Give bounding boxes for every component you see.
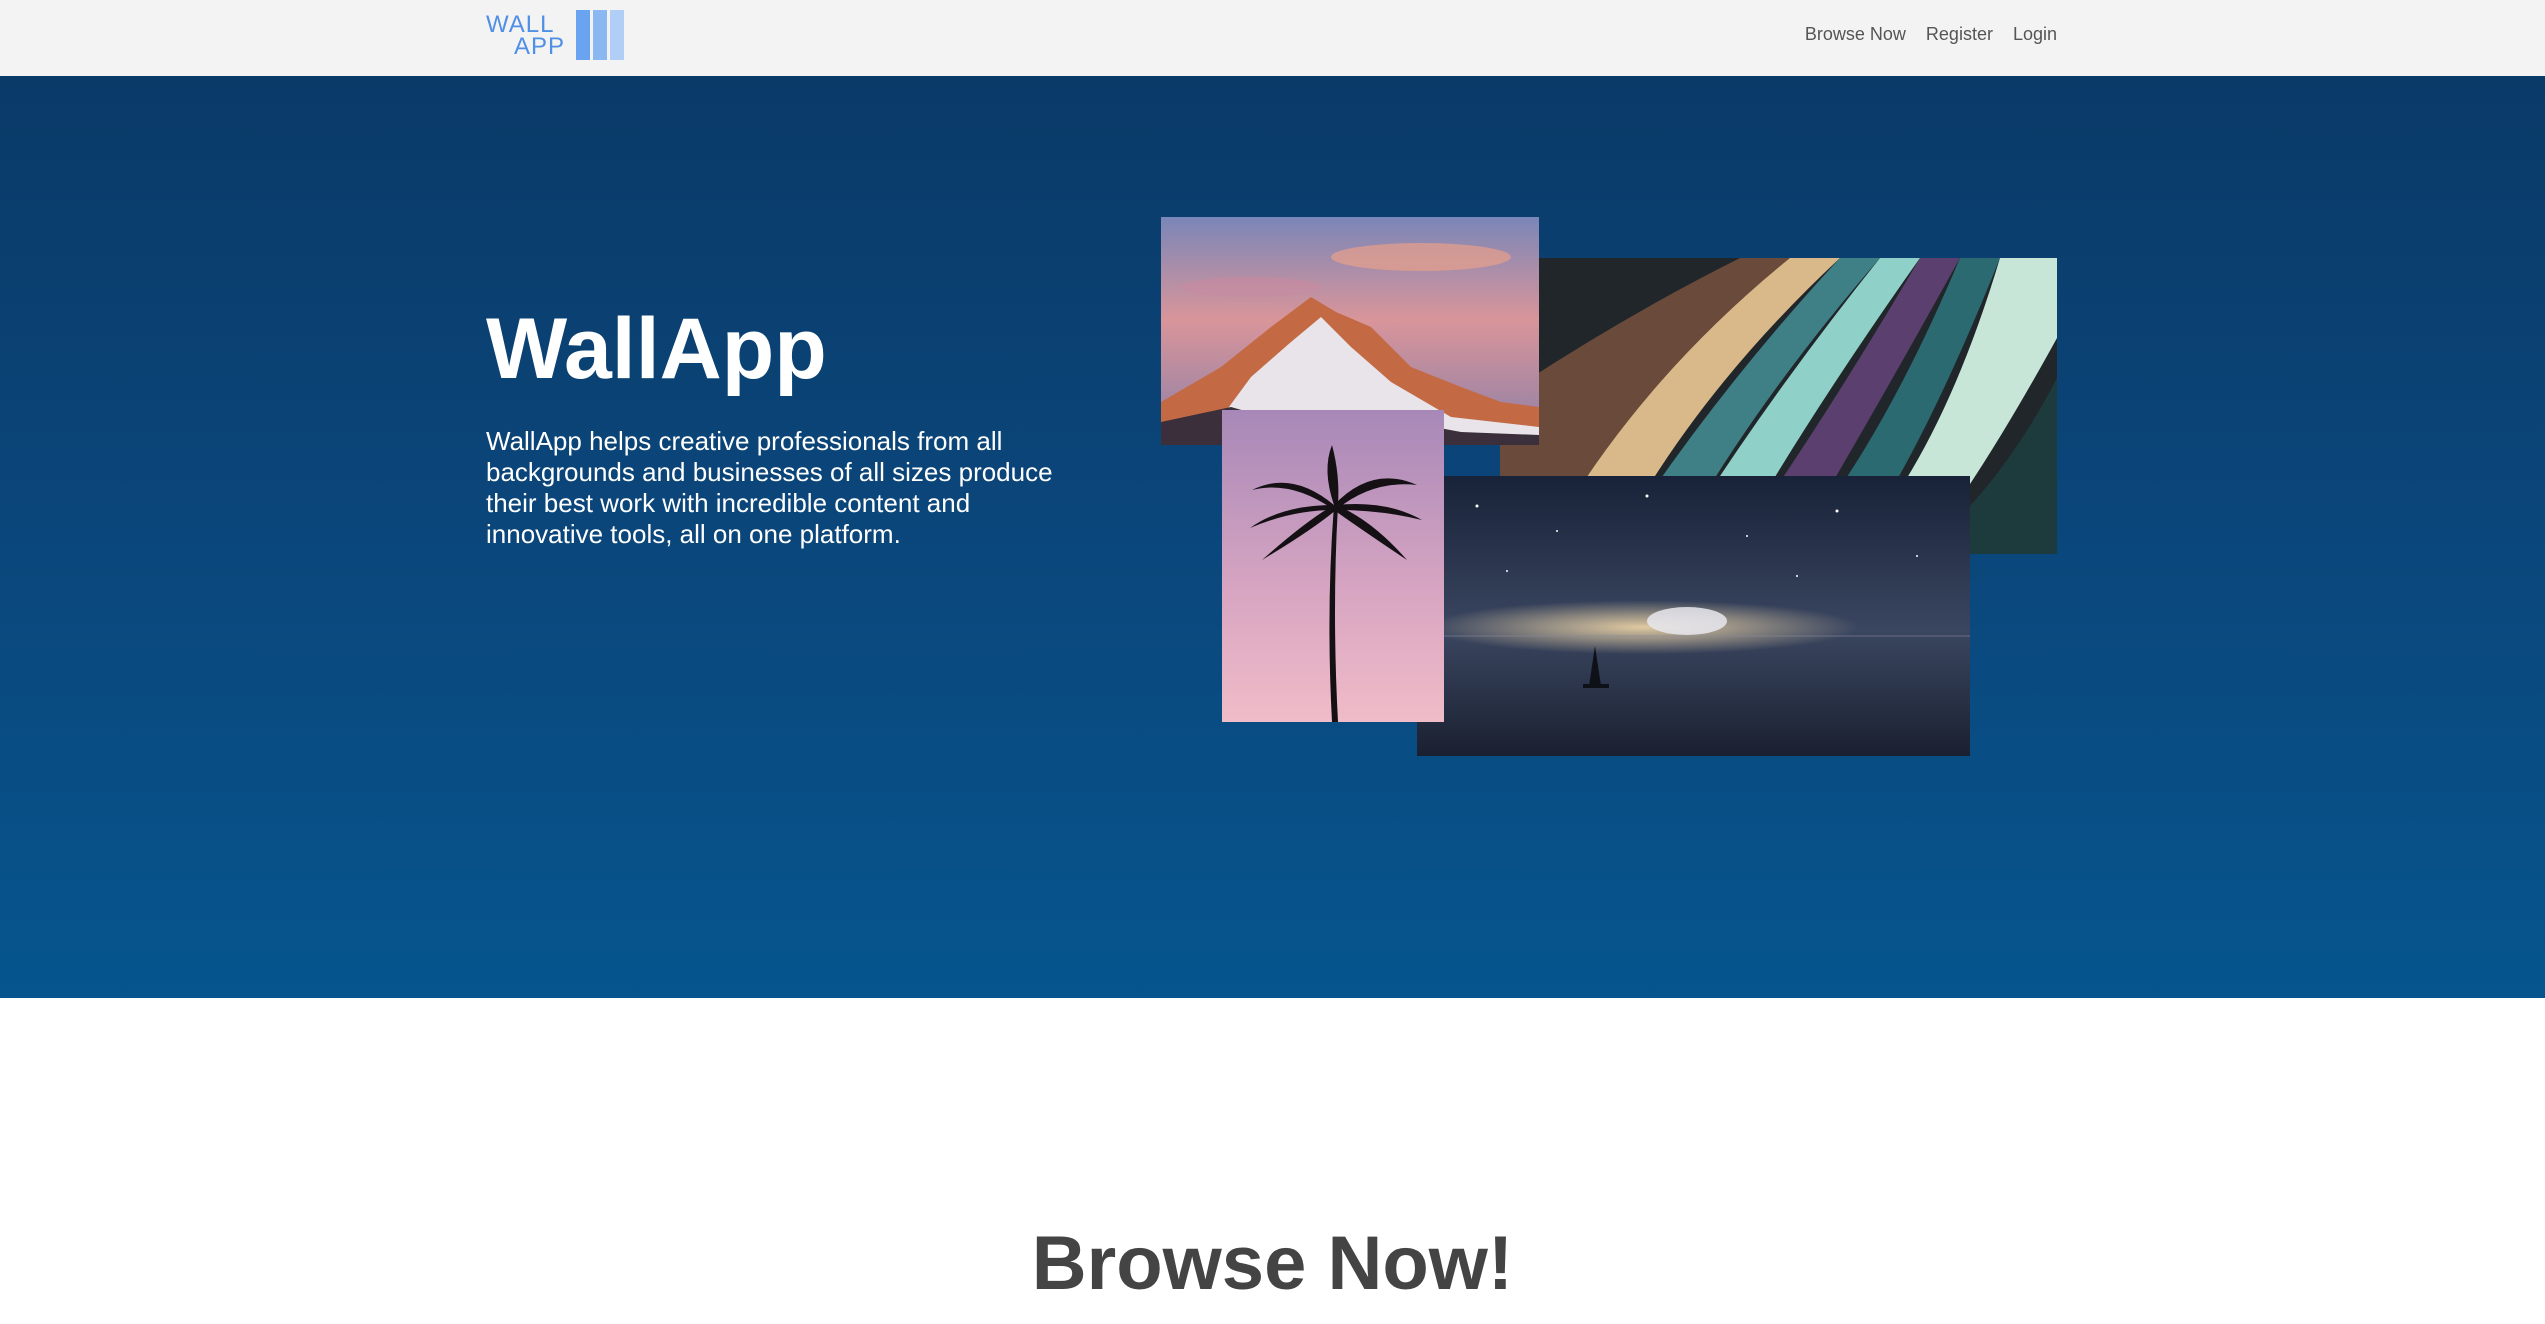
night-sea-boat-image — [1417, 476, 1970, 756]
palm-tree-image — [1222, 410, 1444, 722]
nav-browse-now-link[interactable]: Browse Now — [1805, 24, 1906, 45]
hero-section: WallApp WallApp helps creative professio… — [0, 76, 2545, 998]
nav-links: Browse Now Register Login — [1805, 24, 2057, 45]
hero-title: WallApp — [486, 301, 827, 397]
navbar: WALL APP Browse Now Register Login — [0, 0, 2545, 76]
logo-text-app: APP — [514, 33, 565, 60]
nav-login-link[interactable]: Login — [2013, 24, 2057, 45]
hero-description: WallApp helps creative professionals fro… — [486, 426, 1053, 549]
browse-now-heading: Browse Now! — [1031, 1221, 1514, 1306]
nav-register-link[interactable]: Register — [1926, 24, 1993, 45]
wallapp-logo[interactable]: WALL APP — [486, 8, 626, 62]
